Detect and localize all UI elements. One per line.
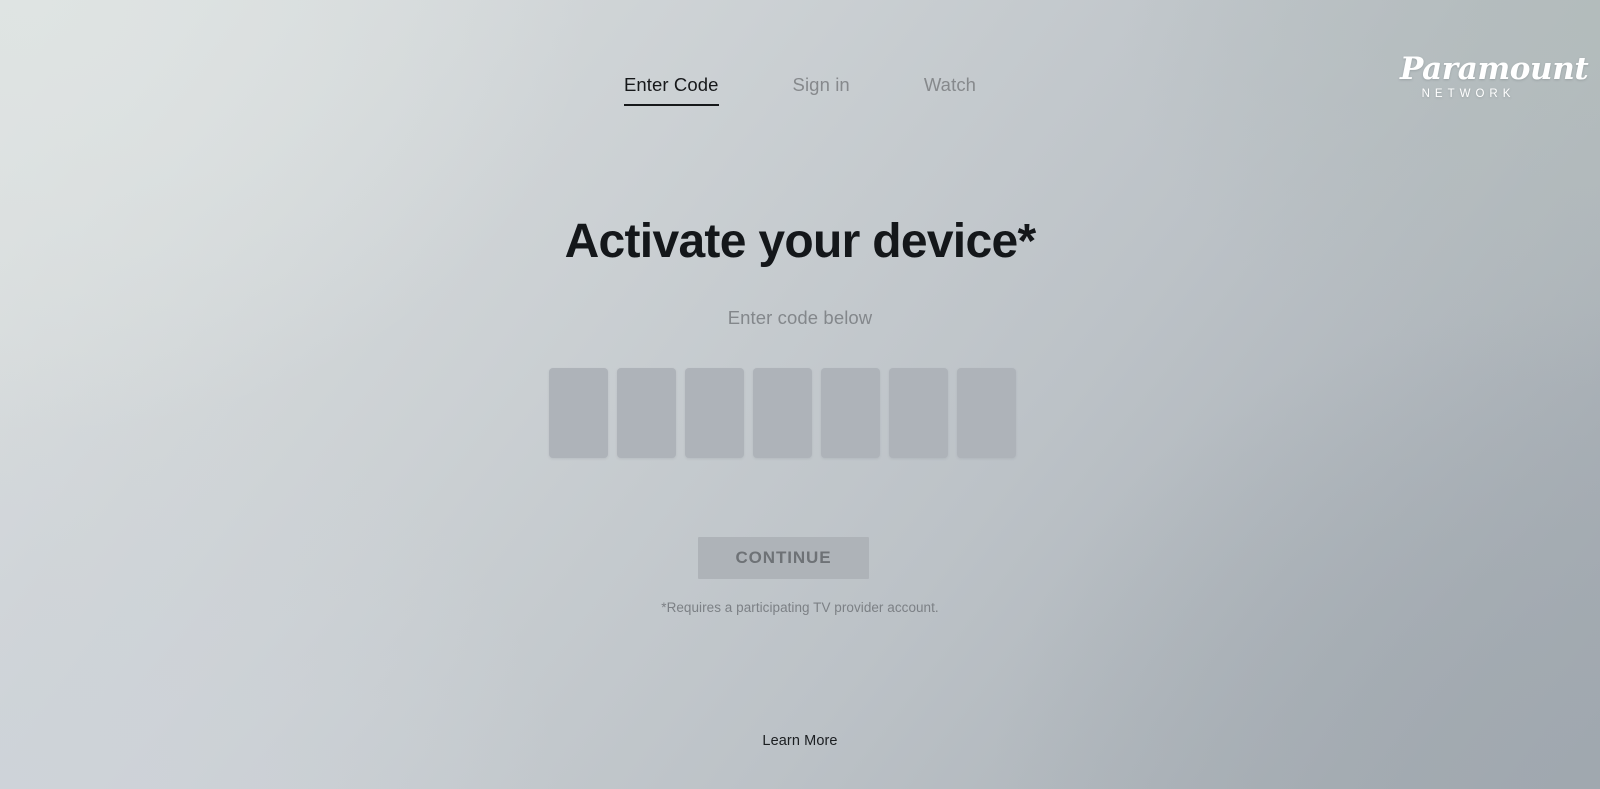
nav-tab-list: Enter Code Sign in Watch (0, 73, 1600, 106)
paramount-network-logo[interactable]: Paramount NETWORK (1400, 51, 1589, 101)
top-navigation-bar: Enter Code Sign in Watch Paramount NETWO… (0, 0, 1600, 140)
code-box-5[interactable] (821, 368, 880, 458)
code-box-4[interactable] (753, 368, 812, 458)
learn-more-link[interactable]: Learn More (762, 733, 837, 749)
tab-watch[interactable]: Watch (924, 73, 976, 106)
tab-enter-code[interactable]: Enter Code (623, 73, 719, 106)
page-title: Activate your device* (564, 215, 1037, 268)
code-box-2[interactable] (617, 368, 676, 458)
enter-code-subtitle: Enter code below (727, 307, 873, 328)
activation-code-input-group[interactable] (549, 368, 1016, 458)
code-box-1[interactable] (549, 368, 608, 458)
code-box-7[interactable] (957, 368, 1016, 458)
brand-subword-network: NETWORK (1421, 88, 1516, 100)
page-root: Enter Code Sign in Watch Paramount NETWO… (0, 0, 1600, 789)
page-footer: Learn More (0, 731, 1600, 751)
brand-wordmark-paramount: Paramount (1400, 51, 1589, 87)
code-box-6[interactable] (889, 368, 948, 458)
continue-button[interactable]: CONTINUE (698, 537, 869, 579)
tv-provider-footnote: *Requires a participating TV provider ac… (661, 600, 939, 615)
tab-sign-in[interactable]: Sign in (793, 73, 850, 106)
code-box-3[interactable] (685, 368, 744, 458)
